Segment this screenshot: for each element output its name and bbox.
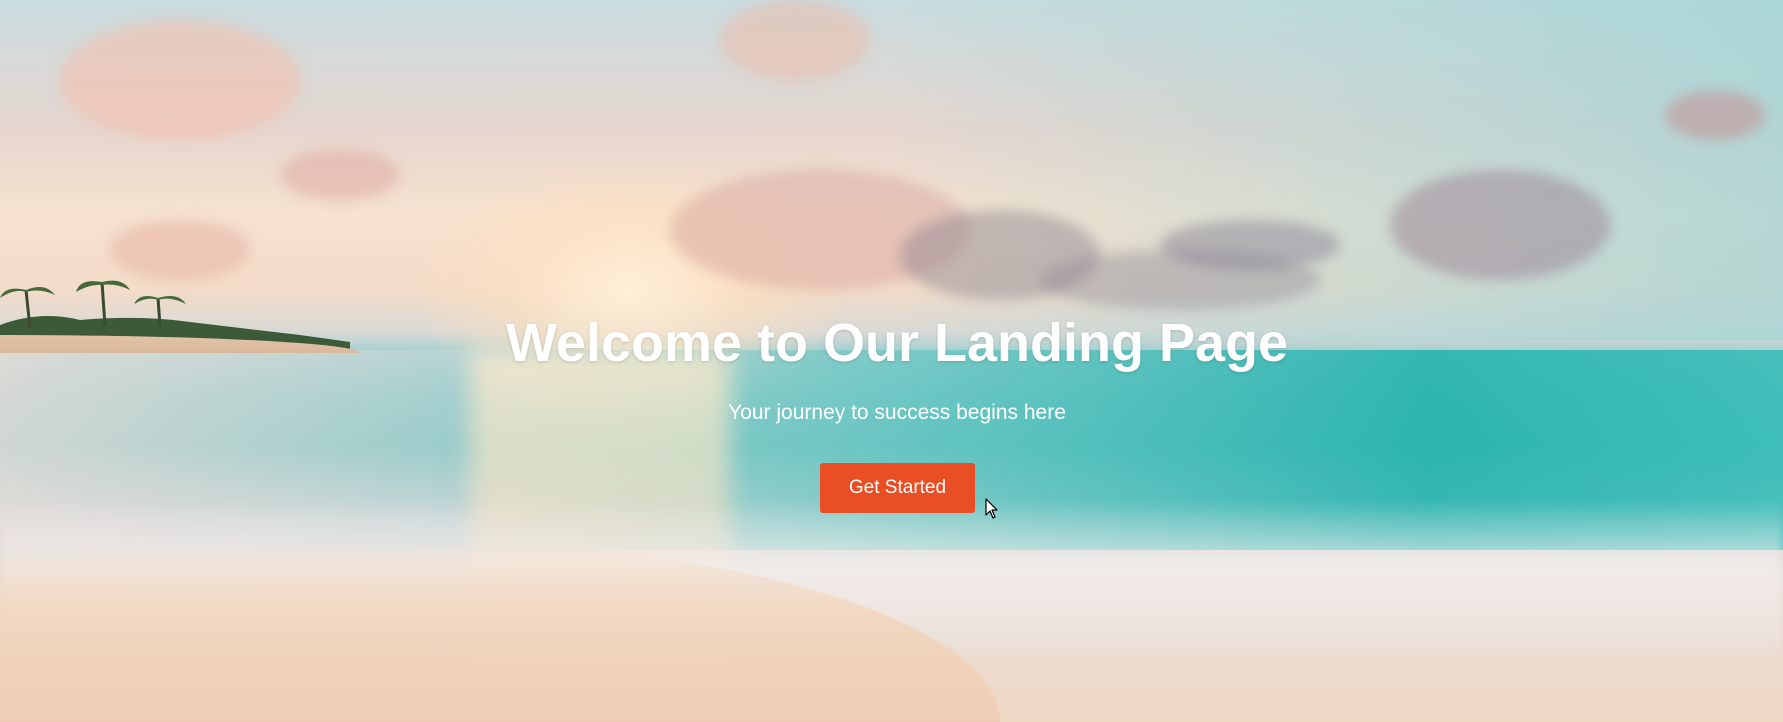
hero-section: Welcome to Our Landing Page Your journey… <box>0 0 1783 722</box>
hero-title: Welcome to Our Landing Page <box>505 313 1289 373</box>
get-started-button[interactable]: Get Started <box>820 463 975 513</box>
hero-subtitle: Your journey to success begins here <box>728 401 1066 424</box>
hero-content: Welcome to Our Landing Page Your journey… <box>0 0 1783 722</box>
mouse-cursor-icon <box>985 498 998 519</box>
